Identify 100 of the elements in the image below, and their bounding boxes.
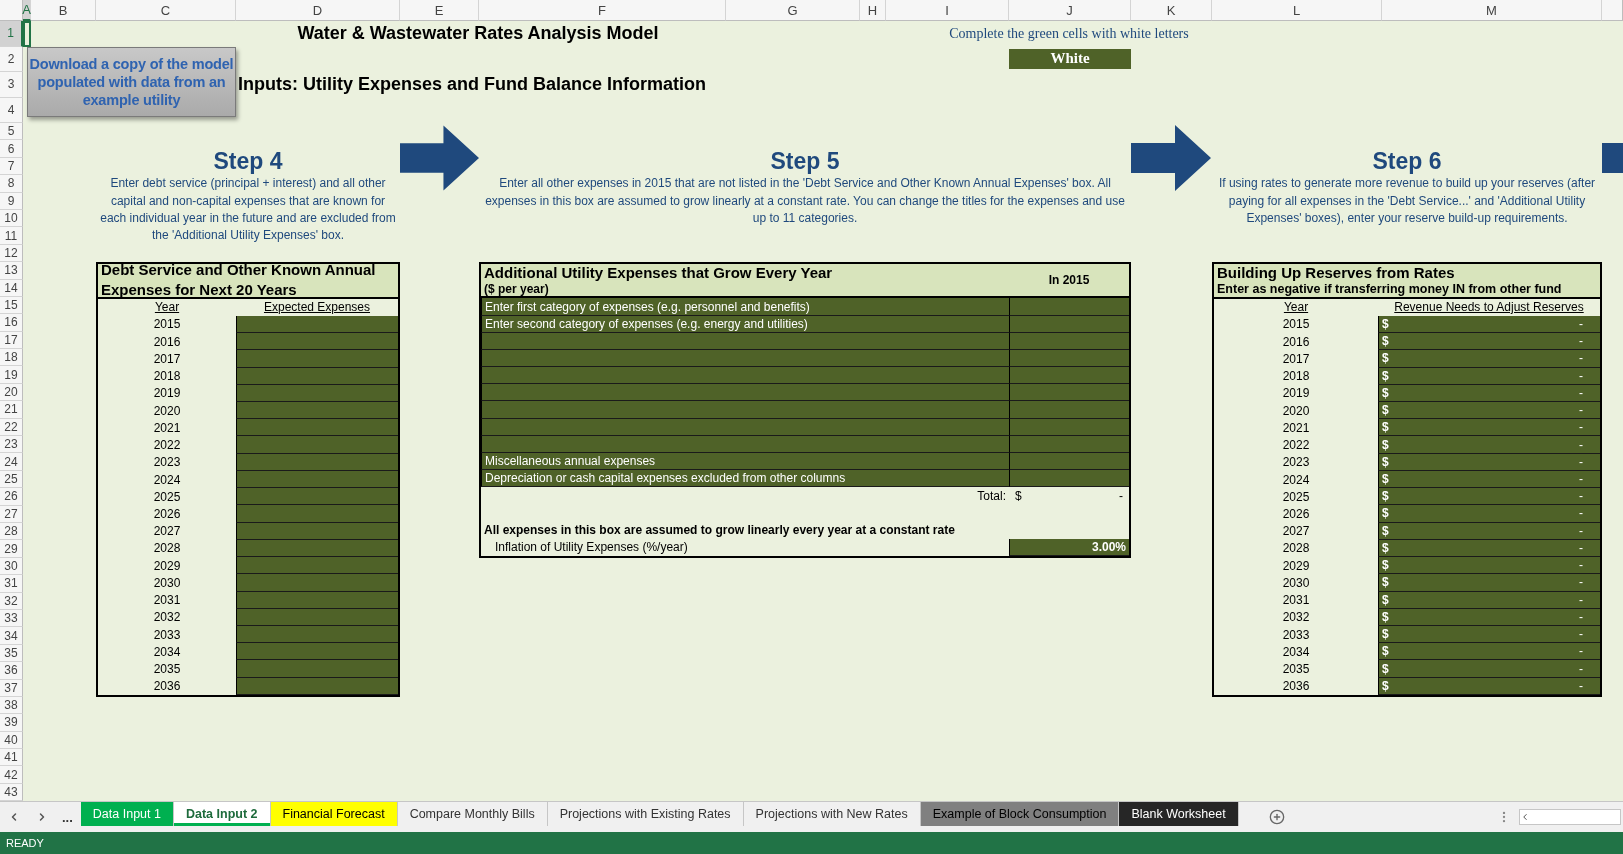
year-cell-text: 2024 [1281,471,1311,489]
input-cell[interactable] [236,333,398,351]
row-header[interactable]: 19 [0,366,23,384]
row-header[interactable]: 34 [0,627,23,645]
year-cell-text: 2019 [1281,385,1311,402]
column-header[interactable]: E [400,0,479,21]
input-cell[interactable] [236,660,398,678]
input-cell[interactable]: $ - [1378,557,1600,575]
year-cell-text: 2032 [1281,609,1311,626]
input-cell[interactable] [1009,367,1129,385]
input-cell[interactable] [236,643,398,661]
year-cell-text: 2030 [1281,574,1311,592]
row-header[interactable]: 6 [0,140,23,158]
row-header[interactable]: 36 [0,662,23,680]
input-cell[interactable] [236,488,398,506]
column-header[interactable] [1602,0,1623,21]
input-cell[interactable]: $ - [1378,643,1600,661]
year-cell-text: 2017 [152,350,182,368]
input-cell[interactable] [236,436,398,454]
sheet-tab[interactable]: Financial Forecast [270,802,398,826]
input-cell[interactable] [1009,401,1129,419]
row-header[interactable]: 5 [0,123,23,141]
input-cell[interactable]: $ - [1378,660,1600,678]
input-cell[interactable] [236,505,398,523]
column-header[interactable]: I [886,0,1009,21]
row-header[interactable]: 18 [0,349,23,367]
row-header[interactable]: 3 [0,72,23,98]
row-header[interactable]: 8 [0,175,23,193]
step-description: Enter all other expenses in 2015 that are not listed in the 'Debt Service and Other Known Annual Expenses' box. All expenses in this box are assumed to grow linearly at a constant rate. You can change the titles for the expenses and use up to 11 categories. [484,175,1126,227]
currency-sign: $ [1015,488,1022,503]
row-header[interactable]: 11 [0,227,23,245]
input-cell[interactable]: $ - [1378,333,1600,351]
sheet-tab[interactable]: Example of Block Consumption [920,802,1120,826]
row-header[interactable]: 23 [0,436,23,454]
row-header[interactable]: 16 [0,314,23,332]
input-cell[interactable] [1009,298,1129,316]
table-subtitle: ($ per year) [481,281,1009,299]
sheet-tab[interactable]: Projections with New Rates [743,802,921,826]
year-cell-text: 2022 [152,437,182,454]
sheet-tab[interactable]: Blank Worksheet [1119,802,1239,826]
column-header[interactable]: B [31,0,96,21]
category-cell[interactable] [481,384,1009,402]
table-title: Debt Service and Other Known Annual Expenses for Next 20 Years [98,264,398,299]
input-cell[interactable] [1009,384,1129,402]
column-header[interactable]: J [1009,0,1131,21]
row-header[interactable]: 1 [0,21,23,47]
input-cell[interactable] [236,315,398,334]
year-cell-text: 2027 [1281,523,1311,540]
input-cell[interactable] [236,574,398,592]
input-cell[interactable]: $ - [1378,574,1600,592]
row-header[interactable]: 21 [0,401,23,419]
category-cell[interactable] [481,367,1009,385]
year-cell-text: 2015 [1281,316,1311,334]
input-cell[interactable]: $ - [1378,505,1600,523]
year-cell-text: 2023 [1281,454,1311,471]
sheet-tab[interactable]: Data Input 2 [173,802,271,826]
year-cell-text: 2027 [152,523,182,540]
year-cell-text: 2020 [152,402,182,420]
table-title: Building Up Reserves from Rates [1214,264,1600,282]
row-header[interactable]: 29 [0,540,23,558]
column-header[interactable]: L [1212,0,1382,21]
year-cell-text: 2016 [1281,333,1311,351]
row-header[interactable]: 42 [0,766,23,784]
category-cell[interactable]: Enter first category of expenses (e.g. personnel and benefits) [481,298,1009,316]
column-header[interactable]: M [1382,0,1602,21]
year-cell-text: 2026 [1281,505,1311,523]
more-tabs-button[interactable]: ... [56,809,79,825]
rate-label: Inflation of Utility Expenses (%/year) [494,539,689,556]
row-header[interactable]: 31 [0,575,23,593]
input-cell[interactable]: $ - [1378,315,1600,334]
category-cell[interactable] [481,401,1009,419]
input-cell[interactable]: $ - [1378,419,1600,437]
column-header[interactable]: H [860,0,886,21]
input-cell[interactable]: $ - [1378,488,1600,506]
column-header[interactable]: F [479,0,726,21]
year-cell-text: 2036 [1281,678,1311,695]
column-label: Expected Expenses [263,300,371,315]
input-cell[interactable]: $ - [1378,350,1600,368]
column-header[interactable]: G [726,0,860,21]
row-header[interactable]: 2 [0,46,23,72]
column-header[interactable]: D [236,0,400,21]
row-header[interactable]: 39 [0,714,23,732]
year-cell-text: 2034 [152,643,182,661]
horizontal-scrollbar[interactable] [1519,809,1621,825]
year-cell-text: 2030 [152,574,182,592]
row-header[interactable]: 41 [0,749,23,767]
input-cell[interactable] [236,557,398,575]
rate-value[interactable]: 3.00% [1009,538,1129,556]
row-header[interactable]: 24 [0,453,23,471]
input-cell[interactable] [236,350,398,368]
sheet-tab[interactable]: Compare Monthly Bills [397,802,548,826]
row-header[interactable]: 26 [0,488,23,506]
column-header[interactable]: K [1131,0,1212,21]
select-all-corner[interactable] [0,0,23,21]
row-header[interactable]: 13 [0,262,23,280]
column-header[interactable]: C [96,0,236,21]
sheet-tab[interactable]: Projections with Existing Rates [547,802,744,826]
input-cell[interactable]: $ - [1378,436,1600,454]
row-header[interactable]: 4 [0,97,23,123]
input-cell[interactable] [236,419,398,437]
